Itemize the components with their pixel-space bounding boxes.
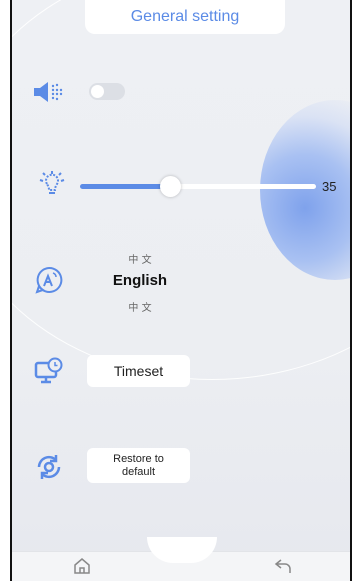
title-bar: General setting — [85, 0, 285, 34]
language-selected[interactable]: English — [100, 272, 180, 289]
brightness-slider[interactable] — [80, 176, 316, 197]
brightness-value: 35 — [322, 179, 337, 194]
restore-default-button[interactable]: Restore to default — [87, 448, 190, 483]
page-title: General setting — [130, 8, 240, 25]
language-option[interactable]: 中 文 — [110, 299, 170, 314]
timeset-button[interactable]: Timeset — [87, 355, 190, 387]
brightness-fill — [80, 184, 170, 189]
language-option[interactable]: 中 文 — [110, 251, 170, 266]
restore-icon — [34, 452, 64, 482]
speaker-icon — [32, 80, 68, 104]
monitor-clock-icon — [34, 357, 64, 385]
sound-toggle[interactable] — [89, 83, 125, 100]
settings-screen: General setting 35 中 文 English 中 文 Times… — [10, 0, 352, 581]
toggle-knob — [91, 85, 104, 98]
home-icon[interactable] — [72, 556, 92, 576]
brightness-thumb[interactable] — [159, 176, 181, 197]
lightbulb-icon — [37, 170, 67, 200]
language-icon — [34, 265, 64, 295]
back-arrow-icon[interactable] — [273, 556, 293, 576]
